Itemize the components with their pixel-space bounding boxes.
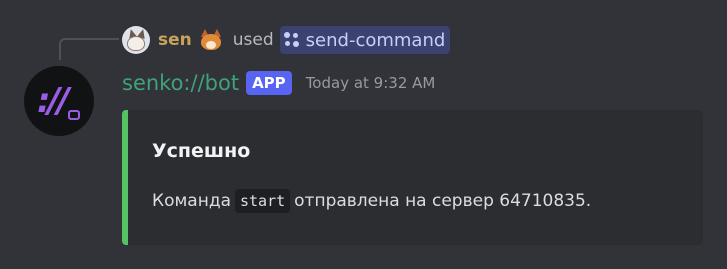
bot-logo-detail-icon [68,110,80,120]
embed-title: Успешно [152,140,251,162]
message-timestamp[interactable]: Today at 9:32 AM [306,74,436,92]
embed-accent-bar [122,110,128,245]
inline-code: start [235,189,291,213]
command-name: send-command [305,29,446,51]
bot-avatar[interactable]: :// [24,66,94,136]
embed-description: Команда start отправлена на сервер 64710… [152,189,591,213]
bot-logo-icon: :// [37,81,69,121]
message-header: senko://bot APP Today at 9:32 AM [122,68,435,98]
reply-used-text: used [232,30,274,50]
reply-username[interactable]: sen [158,30,192,50]
reply-connector [59,38,119,60]
fox-emoji-icon [199,28,223,52]
message-embed: Успешно Команда start отправлена на серв… [122,110,703,245]
command-mention[interactable]: send-command [279,26,451,54]
embed-desc-suffix: отправлена на сервер 64710835. [294,191,592,211]
reply-context[interactable]: sen used send-command [122,26,451,54]
bot-username[interactable]: senko://bot [122,71,239,95]
chat-message: sen used send-command :// senko://bot AP… [0,0,727,269]
fox-avatar-icon[interactable] [122,26,150,54]
app-badge: APP [246,71,292,95]
embed-desc-prefix: Команда [152,191,231,211]
slash-command-icon [283,32,300,48]
